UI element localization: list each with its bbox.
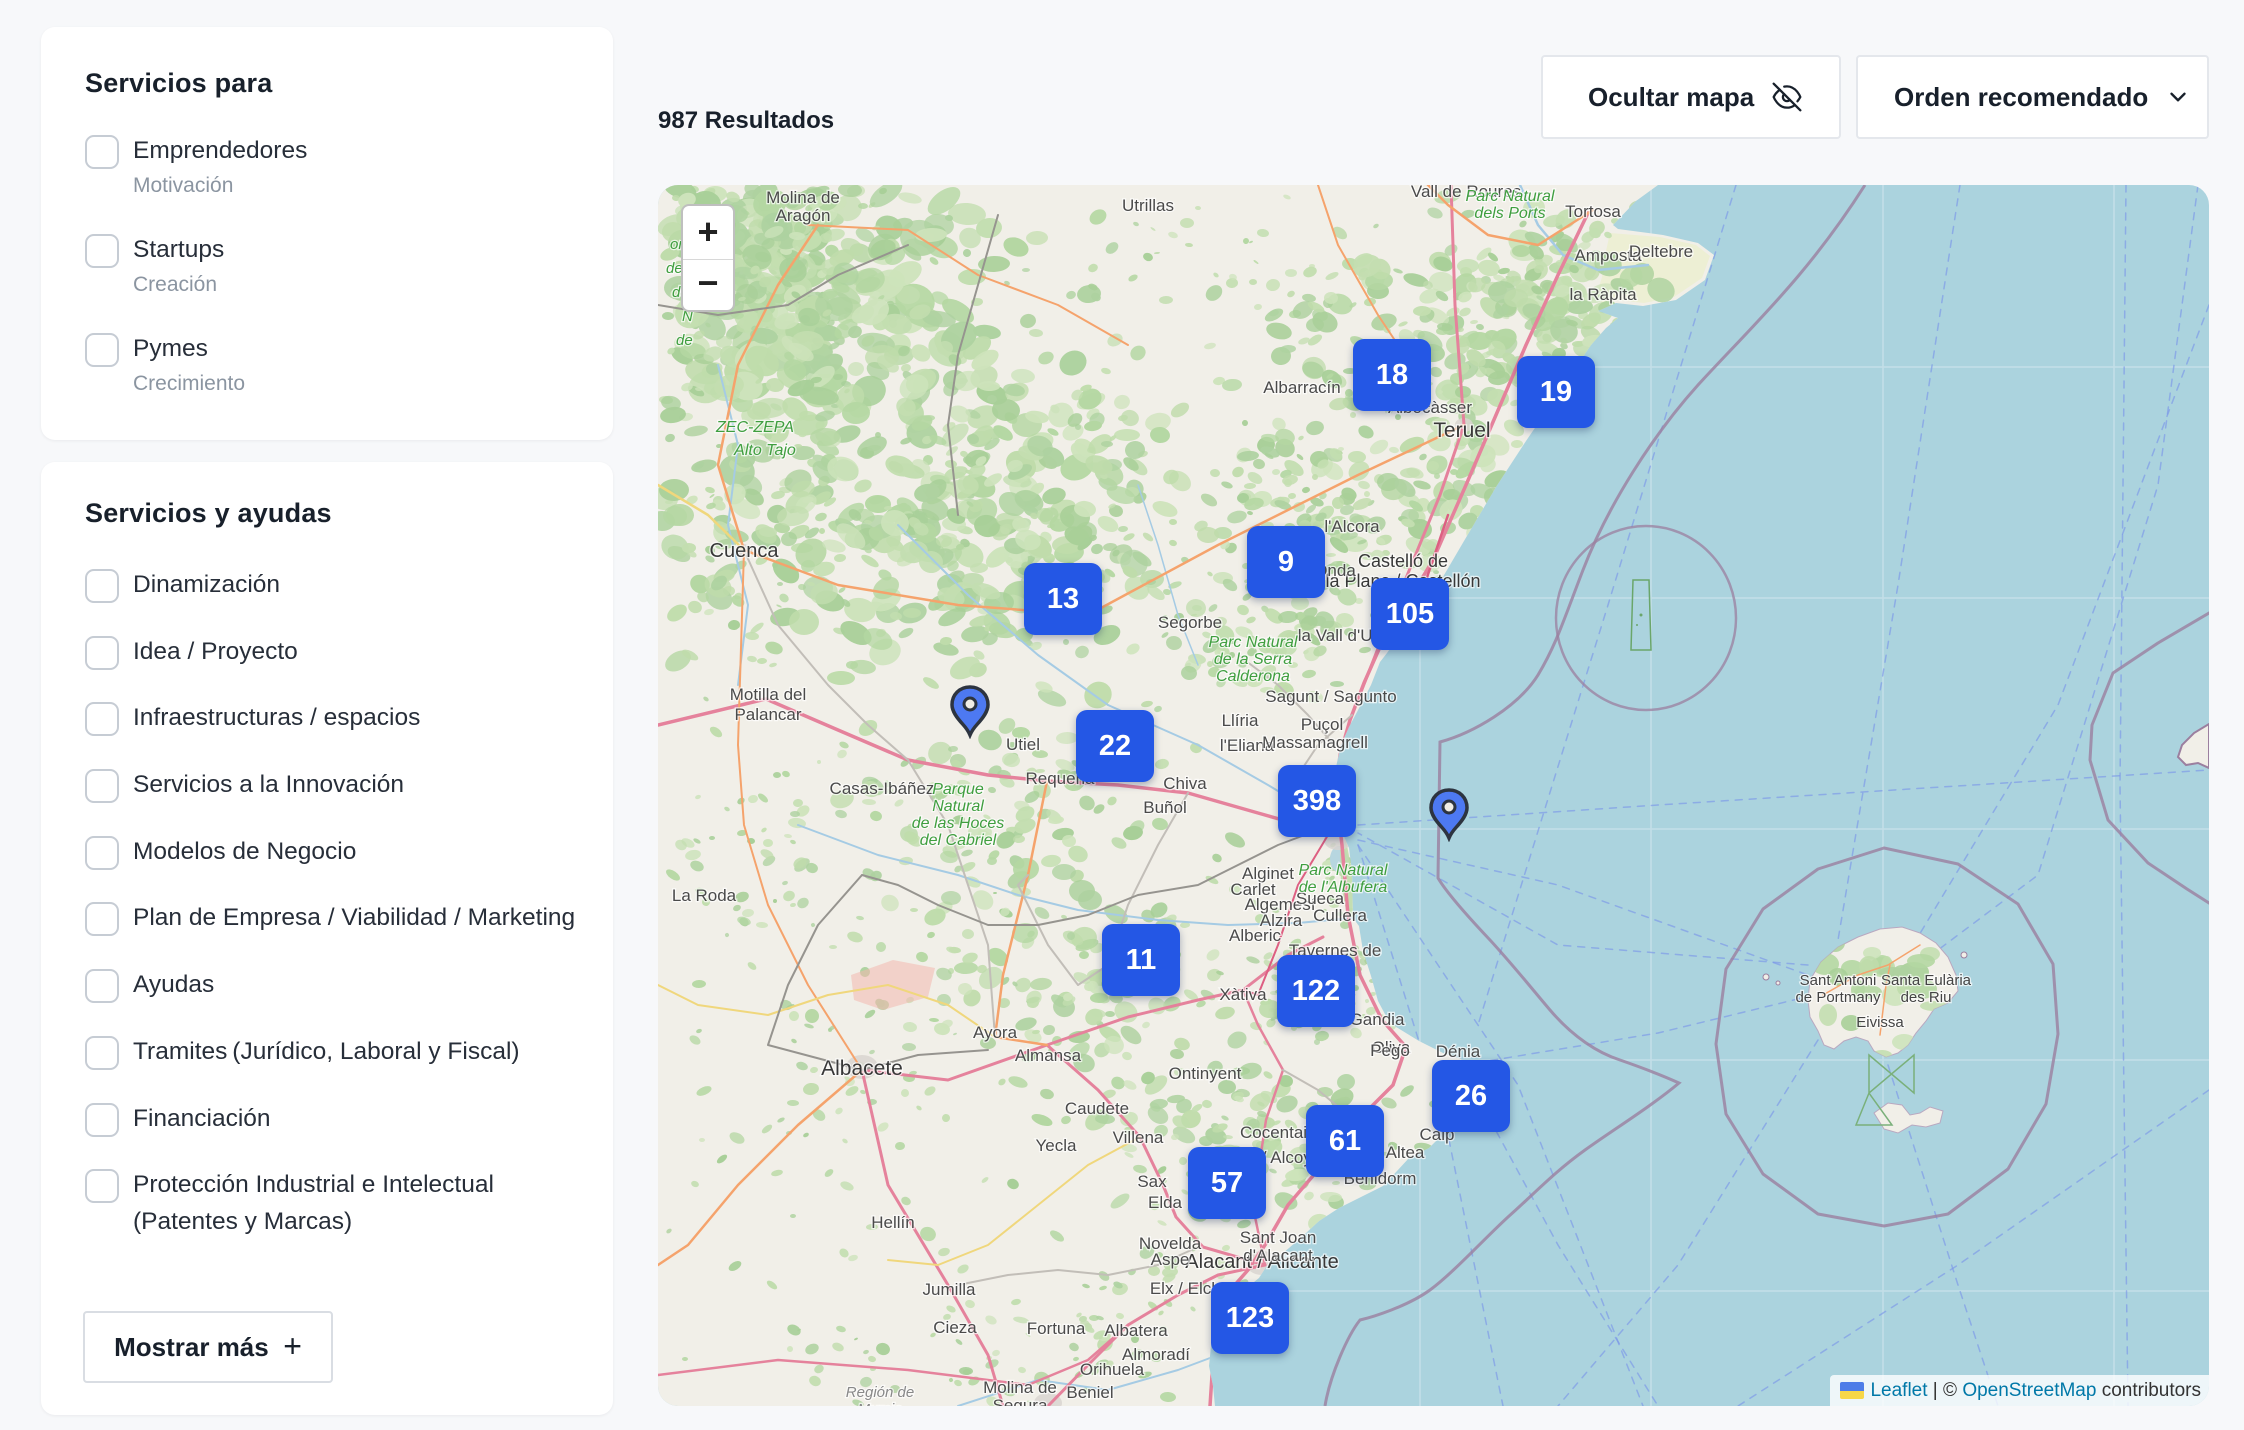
svg-text:Segorbe: Segorbe (1158, 613, 1222, 632)
svg-text:Casas-Ibáñez: Casas-Ibáñez (830, 779, 935, 798)
svg-text:des Riu: des Riu (1901, 989, 1952, 1006)
svg-text:dels Ports: dels Ports (1474, 205, 1545, 222)
svg-text:l'Alcora: l'Alcora (1324, 517, 1380, 536)
svg-text:Ontinyent: Ontinyent (1169, 1064, 1242, 1083)
svg-text:Utrillas: Utrillas (1122, 196, 1174, 215)
svg-text:Orihuela: Orihuela (1080, 1360, 1145, 1379)
svg-text:Sax: Sax (1137, 1172, 1167, 1191)
svg-text:Parc Natural: Parc Natural (1209, 634, 1298, 651)
svg-text:Villena: Villena (1113, 1128, 1164, 1147)
svg-text:Fortuna: Fortuna (1027, 1319, 1086, 1338)
svg-text:Albarracín: Albarracín (1263, 378, 1340, 397)
svg-text:Ayora: Ayora (973, 1023, 1018, 1042)
svg-text:Buñol: Buñol (1143, 798, 1186, 817)
svg-text:Altea: Altea (1386, 1143, 1425, 1162)
svg-text:Segura: Segura (993, 1396, 1048, 1406)
svg-text:Teruel: Teruel (1433, 419, 1490, 442)
svg-text:Parc Natural: Parc Natural (1466, 188, 1555, 205)
svg-text:Gandia: Gandia (1350, 1010, 1405, 1029)
svg-text:Puçol: Puçol (1301, 715, 1344, 734)
svg-text:Yecla: Yecla (1036, 1136, 1078, 1155)
svg-text:de l'Albufera: de l'Albufera (1299, 879, 1388, 896)
svg-text:Xàtiva: Xàtiva (1219, 985, 1267, 1004)
svg-text:Calderona: Calderona (1216, 668, 1290, 685)
svg-text:la Ràpita: la Ràpita (1569, 285, 1637, 304)
svg-text:de Portmany: de Portmany (1795, 989, 1881, 1006)
svg-text:Dénia: Dénia (1436, 1042, 1481, 1061)
svg-text:Cieza: Cieza (933, 1318, 977, 1337)
svg-text:Motilla del: Motilla del (730, 685, 807, 704)
svg-text:Hellín: Hellín (871, 1213, 914, 1232)
svg-text:Alzira: Alzira (1260, 911, 1303, 930)
svg-text:Sagunt / Sagunto: Sagunt / Sagunto (1265, 687, 1396, 706)
svg-text:Tortosa: Tortosa (1565, 202, 1621, 221)
svg-text:de: de (676, 332, 693, 349)
svg-text:Aspe: Aspe (1151, 1250, 1190, 1269)
svg-text:Almansa: Almansa (1015, 1046, 1082, 1065)
svg-text:del Cabriel: del Cabriel (920, 832, 997, 849)
svg-text:Parc Natural: Parc Natural (1299, 862, 1388, 879)
svg-text:Cullera: Cullera (1313, 906, 1367, 925)
svg-text:Chiva: Chiva (1163, 774, 1207, 793)
svg-text:Beniel: Beniel (1066, 1383, 1113, 1402)
svg-text:Santa Eulària: Santa Eulària (1881, 972, 1972, 989)
svg-text:Región de: Región de (846, 1384, 914, 1401)
svg-text:Caudete: Caudete (1065, 1099, 1129, 1118)
svg-text:Molina de: Molina de (766, 188, 840, 207)
svg-text:Castelló de: Castelló de (1358, 551, 1448, 571)
svg-text:Molina de: Molina de (983, 1378, 1057, 1397)
svg-text:Aragón: Aragón (776, 206, 831, 225)
svg-text:de las Hoces: de las Hoces (912, 815, 1005, 832)
svg-text:Jumilla: Jumilla (923, 1280, 976, 1299)
svg-text:La Roda: La Roda (672, 886, 737, 905)
svg-text:Cuenca: Cuenca (710, 540, 780, 562)
svg-text:Eivissa: Eivissa (1856, 1014, 1904, 1031)
svg-text:Deltebre: Deltebre (1629, 242, 1693, 261)
svg-text:Palancar: Palancar (734, 705, 801, 724)
svg-text:Sant Joan: Sant Joan (1240, 1228, 1317, 1247)
svg-text:Albatera: Albatera (1104, 1321, 1168, 1340)
svg-text:Parque: Parque (932, 781, 984, 798)
svg-text:ZEC-ZEPA: ZEC-ZEPA (715, 419, 794, 436)
svg-text:Utiel: Utiel (1006, 735, 1040, 754)
svg-text:Albacete: Albacete (821, 1057, 903, 1080)
svg-text:d'Alacant: d'Alacant (1243, 1246, 1313, 1265)
svg-text:Llíria: Llíria (1222, 711, 1259, 730)
svg-text:de la Serra: de la Serra (1214, 651, 1292, 668)
svg-text:Sant Antoni: Sant Antoni (1800, 972, 1877, 989)
svg-text:Natural: Natural (932, 798, 984, 815)
svg-text:Elda: Elda (1148, 1193, 1183, 1212)
svg-text:Pego: Pego (1370, 1041, 1410, 1060)
svg-text:Murcia: Murcia (857, 1401, 902, 1406)
svg-text:Alto Tajo: Alto Tajo (733, 442, 796, 459)
svg-text:Massamagrell: Massamagrell (1262, 733, 1368, 752)
